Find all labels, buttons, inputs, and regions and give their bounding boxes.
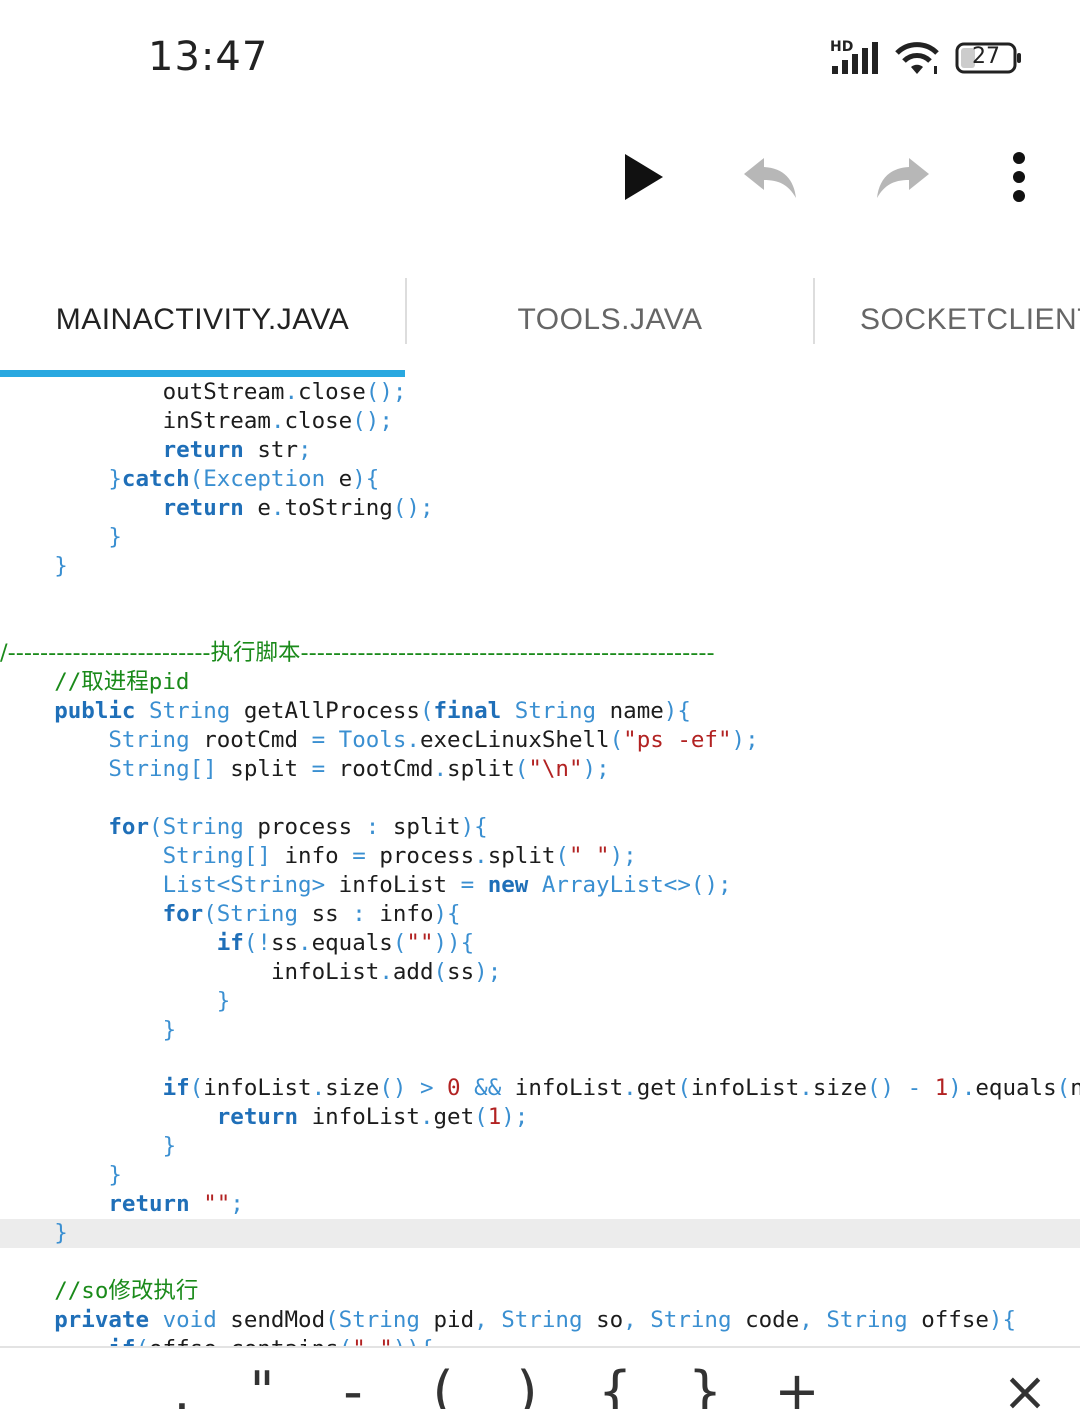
tab-mainactivity[interactable]: MAINACTIVITY.JAVA — [0, 270, 405, 370]
code-line[interactable]: private void sendMod(String pid, String … — [0, 1306, 1080, 1335]
symbol-key[interactable]: ( — [413, 1362, 473, 1409]
symbol-key-bar: . " -() {} + _ × — [0, 1346, 1080, 1409]
code-line[interactable]: }catch(Exception e){ — [0, 465, 1080, 494]
symbol-key[interactable]: { — [585, 1362, 645, 1409]
code-line[interactable] — [0, 1045, 1080, 1074]
code-line[interactable] — [0, 784, 1080, 813]
code-line[interactable]: //so修改执行 — [0, 1277, 1080, 1306]
code-line[interactable]: for(String ss : info){ — [0, 900, 1080, 929]
editor-toolbar — [0, 110, 1080, 240]
code-editor[interactable]: outStream.close(); inStream.close(); ret… — [0, 378, 1080, 1346]
symbol-key[interactable]: + — [767, 1362, 827, 1409]
code-line[interactable]: } — [0, 987, 1080, 1016]
code-line[interactable]: return infoList.get(1); — [0, 1103, 1080, 1132]
symbol-key[interactable]: - — [323, 1362, 383, 1409]
code-line[interactable]: } — [0, 552, 1080, 581]
signal-icon — [832, 42, 878, 74]
code-line[interactable]: } — [0, 523, 1080, 552]
redo-button[interactable] — [868, 142, 938, 212]
code-line[interactable]: List<String> infoList = new ArrayList<>(… — [0, 871, 1080, 900]
code-line[interactable] — [0, 610, 1080, 639]
code-line[interactable]: String[] info = process.split(" "); — [0, 842, 1080, 871]
code-line[interactable]: } — [0, 1016, 1080, 1045]
more-vert-icon — [1013, 152, 1025, 202]
code-line[interactable]: if(offse.contains(" ")){ — [0, 1335, 1080, 1346]
code-line[interactable]: if(!ss.equals("")){ — [0, 929, 1080, 958]
symbol-key[interactable]: . — [152, 1362, 212, 1409]
symbol-key[interactable]: " — [232, 1362, 292, 1409]
symbol-key[interactable]: ) — [497, 1362, 557, 1409]
play-icon — [625, 154, 663, 200]
battery-level: 27 — [972, 44, 1000, 69]
code-line[interactable]: String rootCmd = Tools.execLinuxShell("p… — [0, 726, 1080, 755]
symbol-key[interactable]: × — [995, 1362, 1055, 1409]
code-line[interactable]: public String getAllProcess(final String… — [0, 697, 1080, 726]
code-line[interactable]: for(String process : split){ — [0, 813, 1080, 842]
code-line[interactable]: outStream.close(); — [0, 378, 1080, 407]
wifi-icon — [895, 42, 939, 74]
run-button[interactable] — [608, 142, 678, 212]
code-line[interactable]: } — [0, 1219, 1080, 1248]
code-line[interactable]: /-------------------------执行脚本----------… — [0, 639, 1080, 668]
redo-icon — [877, 158, 929, 198]
tab-tools[interactable]: TOOLS.JAVA — [407, 270, 813, 370]
code-line[interactable]: infoList.add(ss); — [0, 958, 1080, 987]
code-line[interactable] — [0, 1248, 1080, 1277]
undo-icon — [744, 158, 796, 198]
undo-button[interactable] — [735, 142, 805, 212]
code-line[interactable]: if(infoList.size() > 0 && infoList.get(i… — [0, 1074, 1080, 1103]
code-line[interactable]: } — [0, 1161, 1080, 1190]
code-line[interactable]: inStream.close(); — [0, 407, 1080, 436]
file-tabs: MAINACTIVITY.JAVA TOOLS.JAVA SOCKETCLIEN… — [0, 270, 1080, 378]
code-line[interactable]: return str; — [0, 436, 1080, 465]
more-options-button[interactable] — [984, 142, 1054, 212]
code-line[interactable]: } — [0, 1132, 1080, 1161]
code-line[interactable]: String[] split = rootCmd.split("\n"); — [0, 755, 1080, 784]
symbol-key[interactable]: _ — [865, 1362, 925, 1409]
tab-socketclient[interactable]: SOCKETCLIENT — [860, 270, 1080, 370]
battery-icon: 27 — [955, 42, 1023, 74]
code-line[interactable]: return e.toString(); — [0, 494, 1080, 523]
status-bar: 13:47 HD 27 — [0, 0, 1080, 110]
status-time: 13:47 — [148, 34, 269, 80]
code-line[interactable] — [0, 581, 1080, 610]
active-tab-indicator — [0, 370, 405, 377]
code-line[interactable]: return ""; — [0, 1190, 1080, 1219]
symbol-key[interactable]: } — [675, 1362, 735, 1409]
code-line[interactable]: //取进程pid — [0, 668, 1080, 697]
tab-divider — [813, 278, 815, 344]
